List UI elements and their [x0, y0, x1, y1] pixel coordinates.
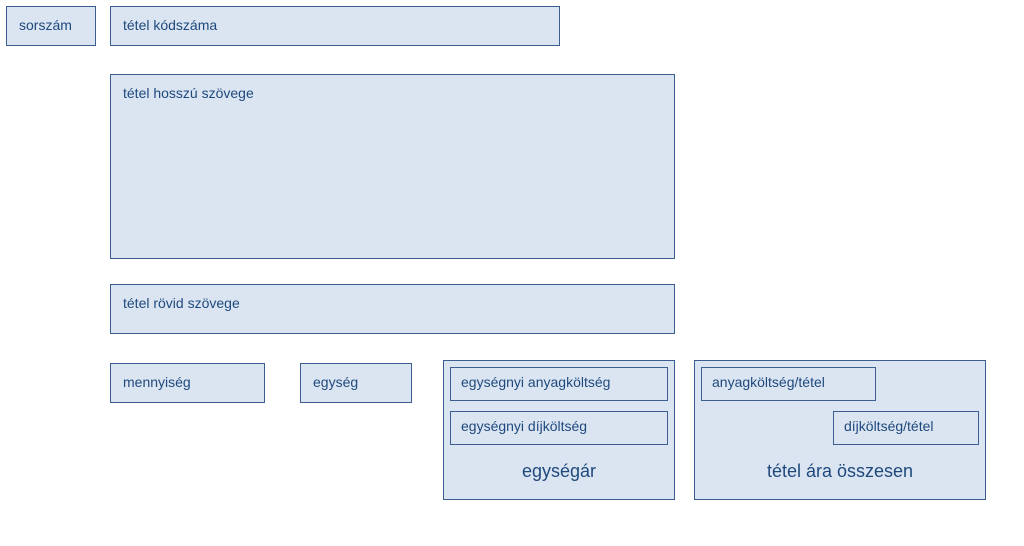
item-long-text-field: tétel hosszú szövege [110, 74, 675, 259]
unit-price-label: egységár [444, 461, 674, 482]
item-total-group: anyagköltség/tétel díjköltség/tétel téte… [694, 360, 986, 500]
material-cost-per-unit-field: egységnyi anyagköltség [450, 367, 668, 401]
item-total-label: tétel ára összesen [695, 461, 985, 482]
serial-number-field: sorszám [6, 6, 96, 46]
unit-price-group: egységnyi anyagköltség egységnyi díjkölt… [443, 360, 675, 500]
quantity-field: mennyiség [110, 363, 265, 403]
item-code-field: tétel kódszáma [110, 6, 560, 46]
item-short-text-field: tétel rövid szövege [110, 284, 675, 334]
unit-field: egység [300, 363, 412, 403]
material-cost-per-item-field: anyagköltség/tétel [701, 367, 876, 401]
labor-cost-per-unit-field: egységnyi díjköltség [450, 411, 668, 445]
labor-cost-per-item-field: díjköltség/tétel [833, 411, 979, 445]
